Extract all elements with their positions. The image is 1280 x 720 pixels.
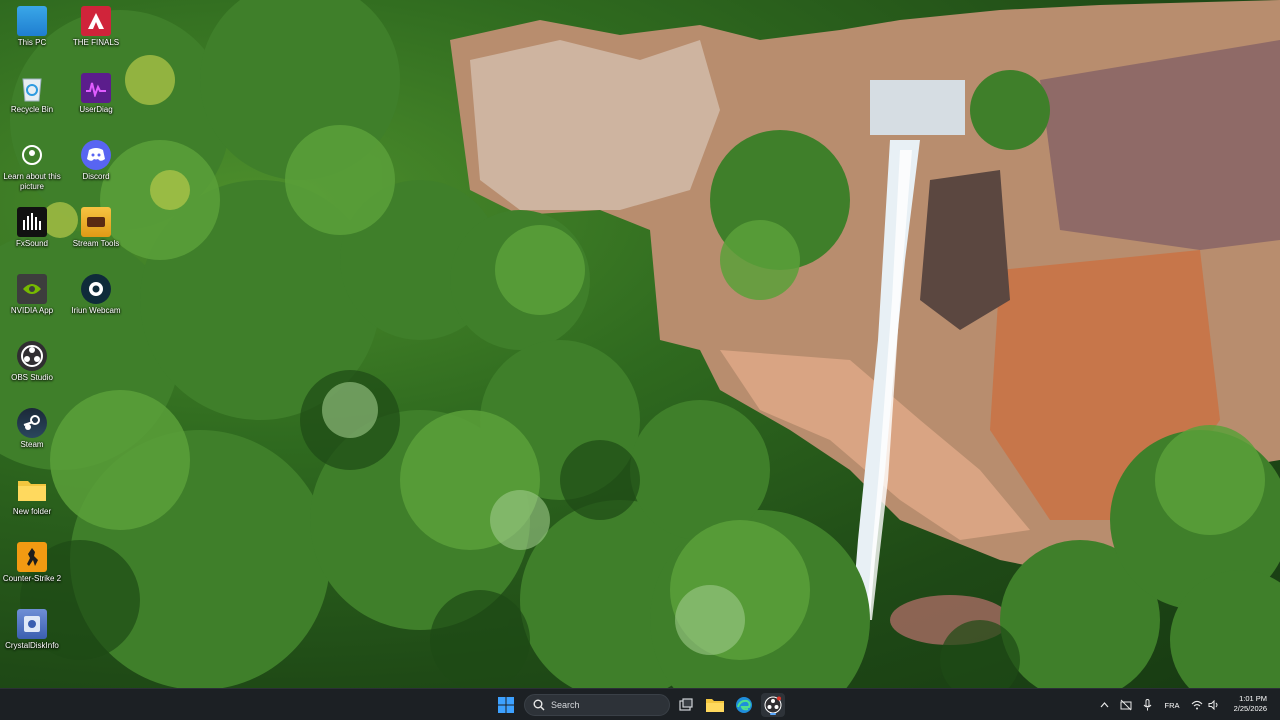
tray-wifi-button[interactable] xyxy=(1190,698,1204,712)
edge-button[interactable] xyxy=(732,693,756,717)
desktop-icon-recycle-bin[interactable]: Recycle Bin xyxy=(0,69,64,131)
desktop-icon-label: Learn about this picture xyxy=(3,172,61,191)
desktop-icon-crystaldiskinfo[interactable]: CrystalDiskInfo xyxy=(0,605,64,667)
taskbar-search-box[interactable]: Search xyxy=(524,694,670,716)
desktop-icon-new-folder[interactable]: New folder xyxy=(0,471,64,533)
userdiag-icon xyxy=(81,73,111,103)
windows-logo-icon xyxy=(498,697,514,713)
iriun-webcam-icon xyxy=(81,274,111,304)
desktop-icon-this-pc[interactable]: This PC xyxy=(0,2,64,64)
display-muted-icon xyxy=(1120,699,1132,711)
obs-studio-icon xyxy=(764,696,782,714)
desktop-icon-label: THE FINALS xyxy=(72,38,120,47)
edge-icon xyxy=(736,697,752,713)
language-indicator[interactable]: FRA xyxy=(1162,698,1182,712)
search-placeholder: Search xyxy=(551,700,580,710)
microphone-icon xyxy=(1143,699,1151,711)
desktop-icon-label: Recycle Bin xyxy=(10,105,54,114)
obs-studio-taskbar-button[interactable] xyxy=(761,693,785,717)
search-icon xyxy=(533,699,545,711)
desktop-icon-label: Counter-Strike 2 xyxy=(2,574,62,583)
desktop-icon-stream-tools[interactable]: Stream Tools xyxy=(64,203,128,265)
learn-about-picture-icon xyxy=(17,140,47,170)
clock-time: 1:01 PM xyxy=(1239,694,1267,703)
wifi-icon xyxy=(1191,700,1203,710)
desktop-icon-label: Discord xyxy=(82,172,110,181)
desktop-icon-label: OBS Studio xyxy=(11,373,53,382)
steam-icon xyxy=(17,408,47,438)
desktop-icon-label: Iriun Webcam xyxy=(71,306,121,315)
desktop-icon-label: UserDiag xyxy=(79,105,113,114)
desktop-icon-nvidia-app[interactable]: NVIDIA App xyxy=(0,270,64,332)
desktop-icon-fxsound[interactable]: FxSound xyxy=(0,203,64,265)
the-finals-icon xyxy=(81,6,111,36)
desktop-icon-counter-strike-2[interactable]: Counter-Strike 2 xyxy=(0,538,64,600)
desktop-icon-iriun-webcam[interactable]: Iriun Webcam xyxy=(64,270,128,332)
obs-studio-icon xyxy=(17,341,47,371)
desktop-wallpaper xyxy=(0,0,1280,688)
volume-icon xyxy=(1208,700,1218,710)
file-explorer-button[interactable] xyxy=(703,693,727,717)
desktop-icon-label: This PC xyxy=(17,38,47,47)
desktop-icon-obs-studio[interactable]: OBS Studio xyxy=(0,337,64,399)
active-indicator xyxy=(770,713,776,715)
task-view-button[interactable] xyxy=(674,693,698,717)
tray-volume-button[interactable] xyxy=(1207,698,1221,712)
desktop-icon-label: CrystalDiskInfo xyxy=(5,641,59,650)
desktop-icon-userdiag[interactable]: UserDiag xyxy=(64,69,128,131)
chevron-up-icon xyxy=(1100,702,1108,708)
task-view-icon xyxy=(679,698,693,711)
file-explorer-icon xyxy=(706,699,724,712)
this-pc-icon xyxy=(17,6,47,36)
desktop-icon-the-finals[interactable]: THE FINALS xyxy=(64,2,128,64)
desktop-icon-label: New folder xyxy=(12,507,52,516)
desktop-icon-label: Stream Tools xyxy=(72,239,120,248)
desktop-icon-label: FxSound xyxy=(15,239,49,248)
start-button[interactable] xyxy=(494,693,518,717)
crystaldiskinfo-icon xyxy=(17,609,47,639)
waterfall-landscape xyxy=(0,0,1280,688)
show-hidden-icons-button[interactable] xyxy=(1098,698,1110,712)
desktop-icon-learn-about-picture[interactable]: Learn about this picture xyxy=(0,136,64,198)
discord-icon xyxy=(81,140,111,170)
tray-network-muted-button[interactable] xyxy=(1119,698,1133,712)
desktop-icon-label: Steam xyxy=(20,440,44,449)
folder-icon xyxy=(17,475,47,505)
recycle-bin-icon xyxy=(17,73,47,103)
desktop-icon-label: NVIDIA App xyxy=(10,306,54,315)
taskbar: Search FRA 1:01 PM 2/25/2026 xyxy=(0,688,1280,720)
counter-strike-icon xyxy=(17,542,47,572)
tray-microphone-button[interactable] xyxy=(1141,698,1153,712)
stream-tools-icon xyxy=(81,207,111,237)
desktop-icon-steam[interactable]: Steam xyxy=(0,404,64,466)
nvidia-app-icon xyxy=(17,274,47,304)
fxsound-icon xyxy=(17,207,47,237)
clock-date: 2/25/2026 xyxy=(1233,704,1267,713)
desktop-icon-discord[interactable]: Discord xyxy=(64,136,128,198)
taskbar-clock[interactable]: 1:01 PM 2/25/2026 xyxy=(1234,694,1267,714)
